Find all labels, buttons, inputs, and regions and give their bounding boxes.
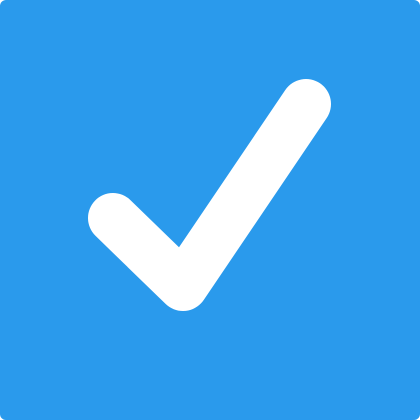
checkmark-icon — [88, 79, 331, 311]
checkmark-stroke — [88, 79, 331, 311]
checkbox-checked[interactable] — [0, 0, 420, 420]
